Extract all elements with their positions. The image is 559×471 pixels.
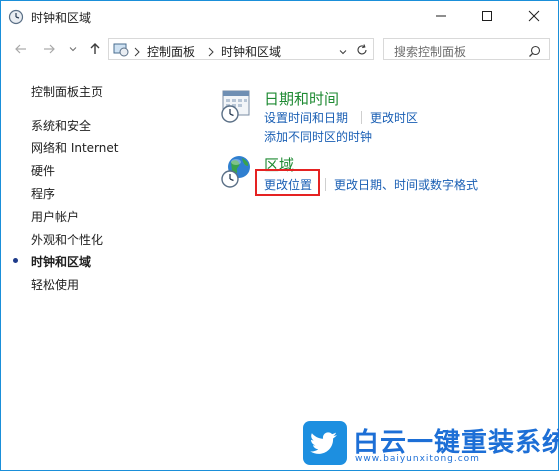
window-title: 时钟和区域 [31,11,92,25]
chevron-down-icon [339,50,347,55]
sidebar-item-appearance[interactable]: 外观和个性化 [31,231,103,248]
back-button[interactable] [11,39,31,59]
maximize-icon [482,11,492,21]
search-input[interactable]: 搜索控制面板 [394,43,466,60]
link-divider [361,111,362,124]
calendar-clock-icon[interactable] [219,88,255,128]
title-bar: 时钟和区域 [1,1,558,33]
forward-button[interactable] [39,39,59,59]
minimize-button[interactable] [418,1,464,31]
search-icon[interactable] [528,43,541,62]
twitter-bird-icon [303,421,347,469]
sidebar-item-programs[interactable]: 程序 [31,185,55,202]
watermark-url: www.baiyunxitong.com [355,454,480,464]
breadcrumb-separator-icon [207,43,215,62]
breadcrumb-clock-region[interactable]: 时钟和区域 [221,43,281,60]
refresh-button[interactable] [355,42,369,61]
sidebar-item-clock-region[interactable]: 时钟和区域 [31,253,91,270]
change-format-link[interactable]: 更改日期、时间或数字格式 [334,176,478,193]
breadcrumb-separator-icon [133,43,141,62]
set-time-date-link[interactable]: 设置时间和日期 [264,109,348,126]
add-clocks-link[interactable]: 添加不同时区的时钟 [264,128,372,145]
sidebar-item-ease-of-access[interactable]: 轻松使用 [31,276,79,293]
sidebar-item-network-internet[interactable]: 网络和 Internet [31,139,118,156]
sidebar-item-system-security[interactable]: 系统和安全 [31,117,91,134]
clock-app-icon [8,9,24,25]
chevron-down-icon [69,47,77,52]
sidebar-item-user-accounts[interactable]: 用户帐户 [31,208,79,225]
sidebar-item-hardware[interactable]: 硬件 [31,162,55,179]
highlight-box [255,169,320,196]
active-item-bullet [13,258,18,263]
search-box[interactable]: 搜索控制面板 [383,38,550,60]
refresh-icon [357,44,367,55]
back-arrow-icon [15,44,26,54]
category-title-date-time[interactable]: 日期和时间 [264,88,339,109]
close-button[interactable] [511,1,557,31]
forward-arrow-icon [44,44,55,54]
control-panel-icon [113,41,129,61]
up-arrow-icon [90,43,100,54]
recent-locations-button[interactable] [63,39,83,59]
change-time-zone-link[interactable]: 更改时区 [370,109,418,126]
brand-watermark: 白云一键重装系统 www.baiyunxitong.com [303,419,559,469]
link-divider [325,178,326,191]
up-button[interactable] [85,39,105,59]
minimize-icon [436,15,446,17]
address-bar[interactable]: 控制面板 时钟和区域 [108,38,374,60]
close-icon [528,10,540,22]
breadcrumb-control-panel[interactable]: 控制面板 [147,43,195,60]
sidebar-home-link[interactable]: 控制面板主页 [31,83,103,100]
control-panel-window: 时钟和区域 控制面板 时钟和区域 搜索控制面板 控制面板主页 系统和安全 网络和… [0,0,559,471]
address-dropdown-button[interactable] [337,43,349,62]
maximize-button[interactable] [464,1,510,31]
globe-clock-icon[interactable] [219,154,255,194]
